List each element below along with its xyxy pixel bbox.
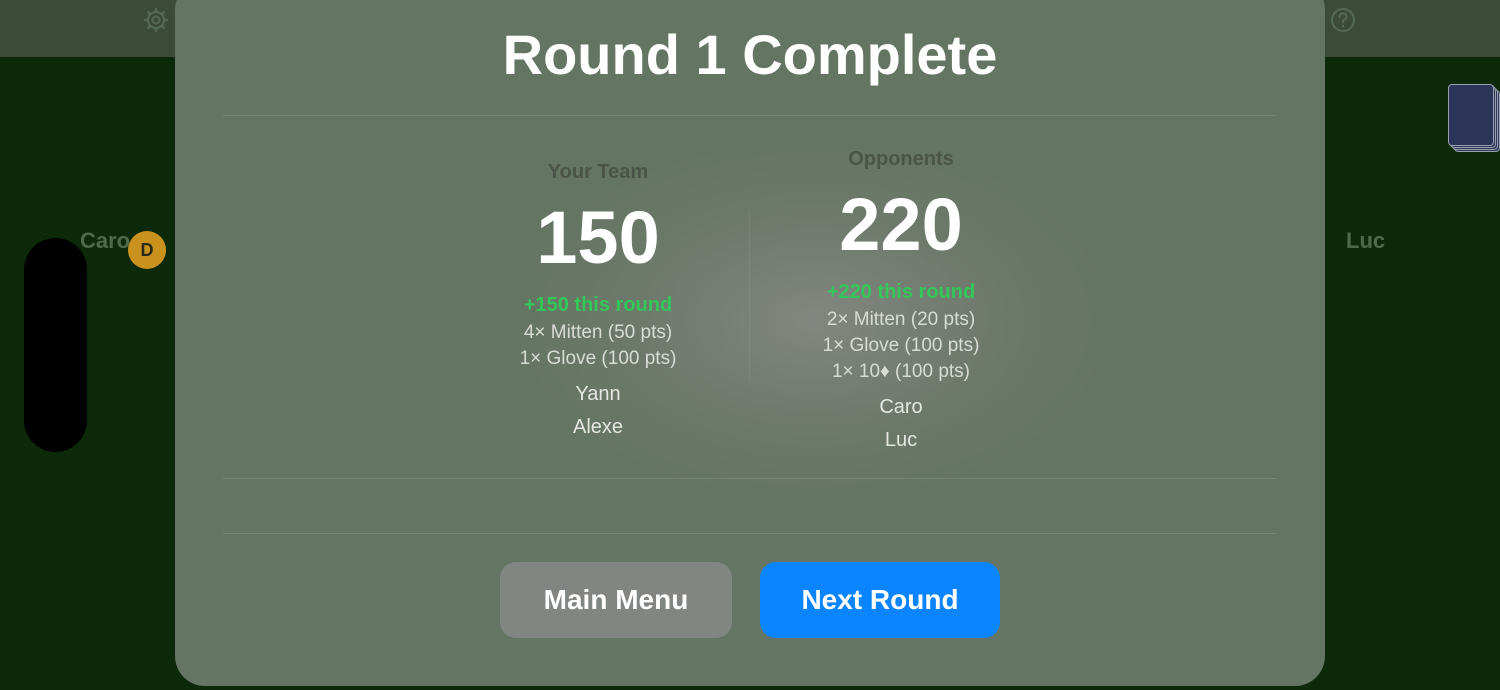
your-team-column: Your Team 150 +150 this round 4× Mitten … — [448, 158, 748, 444]
next-round-button[interactable]: Next Round — [760, 562, 1000, 638]
gear-icon[interactable] — [143, 7, 169, 33]
team-players: Yann Alexe — [448, 378, 748, 444]
breakdown-item: 1× Glove (100 pts) — [822, 335, 980, 356]
team-players: Caro Luc — [751, 391, 1051, 457]
player-name: Yann — [575, 383, 621, 405]
right-player-name: Luc — [1346, 228, 1386, 253]
player-name: Luc — [884, 429, 918, 451]
score-breakdown: 4× Mitten (50 pts) 1× Glove (100 pts) — [448, 320, 748, 372]
team-label: Your Team — [547, 161, 649, 183]
divider — [223, 533, 1277, 534]
breakdown-item: 1× Glove (100 pts) — [519, 348, 677, 369]
breakdown-item: 1× 10♦ (100 pts) — [831, 361, 971, 382]
round-complete-modal: Round 1 Complete Your Team 150 +150 this… — [175, 0, 1325, 686]
divider — [223, 478, 1277, 479]
player-name: Caro — [879, 396, 923, 418]
modal-title: Round 1 Complete — [502, 23, 998, 86]
help-icon[interactable] — [1330, 7, 1356, 33]
player-name: Alexe — [572, 416, 624, 438]
score-breakdown: 2× Mitten (20 pts) 1× Glove (100 pts) 1×… — [751, 307, 1051, 385]
team-score: 150 — [536, 196, 660, 279]
card-deck-icon — [1448, 84, 1500, 152]
column-separator — [749, 210, 750, 380]
side-panel-handle — [24, 238, 87, 452]
main-menu-button[interactable]: Main Menu — [500, 562, 732, 638]
opponents-column: Opponents 220 +220 this round 2× Mitten … — [751, 145, 1051, 457]
breakdown-item: 4× Mitten (50 pts) — [523, 322, 673, 343]
team-label: Opponents — [848, 148, 954, 170]
divider — [223, 115, 1277, 116]
round-delta: +220 this round — [826, 281, 976, 303]
round-delta: +150 this round — [523, 294, 673, 316]
breakdown-item: 2× Mitten (20 pts) — [826, 309, 976, 330]
team-score: 220 — [839, 183, 963, 266]
dealer-badge: D — [128, 231, 166, 269]
left-player-name: Caro — [80, 228, 131, 253]
